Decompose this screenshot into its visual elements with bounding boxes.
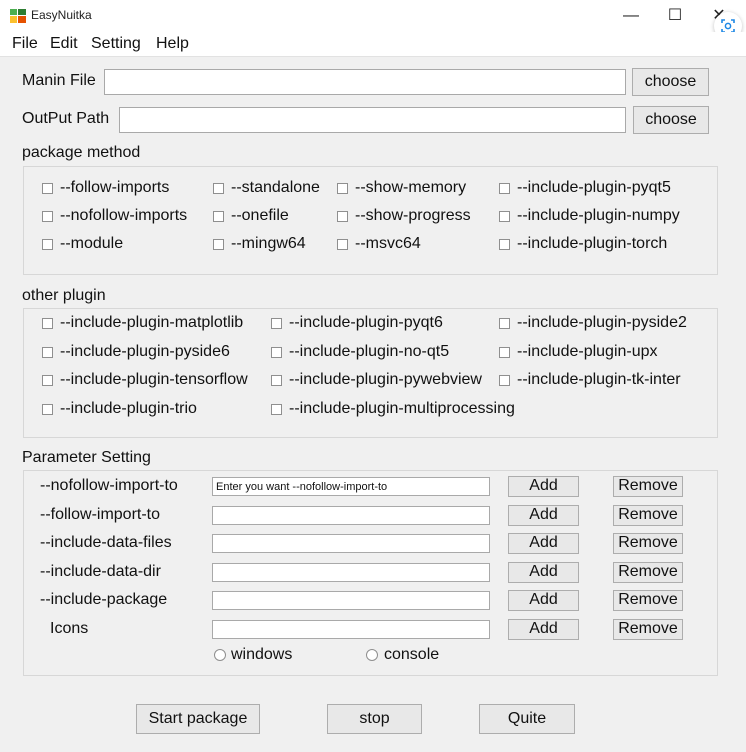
checkbox-onefile[interactable] — [213, 211, 224, 222]
checkbox-label-include-plugin-pywebview: --include-plugin-pywebview — [289, 371, 482, 388]
checkbox-include-plugin-tk-inter[interactable] — [499, 375, 510, 386]
output-path-input[interactable] — [119, 107, 626, 133]
checkbox-label-include-plugin-trio: --include-plugin-trio — [60, 400, 197, 417]
param-label-icons: Icons — [50, 620, 89, 637]
other-plugin-heading: other plugin — [22, 287, 106, 304]
checkbox-include-plugin-numpy[interactable] — [499, 211, 510, 222]
main-file-label: Manin File — [22, 72, 96, 89]
checkbox-msvc64[interactable] — [337, 239, 348, 250]
minimize-button[interactable]: — — [611, 2, 651, 30]
param-label-include-data-files: --include-data-files — [40, 534, 172, 551]
param-remove-button-icons[interactable]: Remove — [613, 619, 683, 640]
stop-button[interactable]: stop — [327, 704, 422, 734]
param-input-include-package[interactable] — [212, 591, 490, 610]
checkbox-label-include-plugin-multiprocessing: --include-plugin-multiprocessing — [289, 400, 515, 417]
maximize-button[interactable]: ☐ — [655, 2, 695, 30]
checkbox-label-mingw64: --mingw64 — [231, 235, 306, 252]
checkbox-include-plugin-multiprocessing[interactable] — [271, 404, 282, 415]
checkbox-include-plugin-trio[interactable] — [42, 404, 53, 415]
param-add-button-icons[interactable]: Add — [508, 619, 579, 640]
console-radio-label: console — [384, 646, 440, 663]
checkbox-label-standalone: --standalone — [231, 179, 320, 196]
checkbox-label-include-plugin-tk-inter: --include-plugin-tk-inter — [517, 371, 681, 388]
param-add-button-include-data-dir[interactable]: Add — [508, 562, 579, 583]
checkbox-label-show-progress: --show-progress — [355, 207, 471, 224]
checkbox-label-include-plugin-upx: --include-plugin-upx — [517, 343, 658, 360]
param-add-button-follow-import-to[interactable]: Add — [508, 505, 579, 526]
param-add-button-nofollow-import-to[interactable]: Add — [508, 476, 579, 497]
console-radio[interactable] — [366, 649, 378, 661]
param-label-follow-import-to: --follow-import-to — [40, 506, 161, 523]
param-input-include-data-dir[interactable] — [212, 563, 490, 582]
checkbox-include-plugin-tensorflow[interactable] — [42, 375, 53, 386]
windows-radio[interactable] — [214, 649, 226, 661]
checkbox-label-include-plugin-pyqt5: --include-plugin-pyqt5 — [517, 179, 671, 196]
checkbox-label-include-plugin-tensorflow: --include-plugin-tensorflow — [60, 371, 248, 388]
param-label-include-data-dir: --include-data-dir — [40, 563, 161, 580]
checkbox-show-progress[interactable] — [337, 211, 348, 222]
menu-file[interactable]: File — [12, 35, 38, 53]
checkbox-label-include-plugin-torch: --include-plugin-torch — [517, 235, 668, 252]
checkbox-show-memory[interactable] — [337, 183, 348, 194]
app-icon — [10, 9, 26, 23]
checkbox-label-include-plugin-pyside2: --include-plugin-pyside2 — [517, 314, 687, 331]
output-path-label: OutPut Path — [22, 110, 110, 127]
checkbox-include-plugin-pyqt5[interactable] — [499, 183, 510, 194]
menu-bar: File Edit Setting Help — [0, 32, 746, 57]
checkbox-include-plugin-matplotlib[interactable] — [42, 318, 53, 329]
checkbox-include-plugin-pyside2[interactable] — [499, 318, 510, 329]
param-add-button-include-package[interactable]: Add — [508, 590, 579, 611]
param-input-icons[interactable] — [212, 620, 490, 639]
checkbox-label-include-plugin-pyqt6: --include-plugin-pyqt6 — [289, 314, 443, 331]
checkbox-label-msvc64: --msvc64 — [355, 235, 421, 252]
param-remove-button-follow-import-to[interactable]: Remove — [613, 505, 683, 526]
checkbox-include-plugin-pyside6[interactable] — [42, 347, 53, 358]
param-add-button-include-data-files[interactable]: Add — [508, 533, 579, 554]
checkbox-include-plugin-pywebview[interactable] — [271, 375, 282, 386]
checkbox-include-plugin-upx[interactable] — [499, 347, 510, 358]
param-label-include-package: --include-package — [40, 591, 168, 608]
quit-button[interactable]: Quite — [479, 704, 575, 734]
checkbox-label-include-plugin-no-qt5: --include-plugin-no-qt5 — [289, 343, 450, 360]
checkbox-label-onefile: --onefile — [231, 207, 289, 224]
checkbox-follow-imports[interactable] — [42, 183, 53, 194]
checkbox-label-include-plugin-pyside6: --include-plugin-pyside6 — [60, 343, 230, 360]
param-remove-button-include-data-files[interactable]: Remove — [613, 533, 683, 554]
checkbox-include-plugin-torch[interactable] — [499, 239, 510, 250]
checkbox-label-include-plugin-matplotlib: --include-plugin-matplotlib — [60, 314, 244, 331]
checkbox-label-include-plugin-numpy: --include-plugin-numpy — [517, 207, 680, 224]
windows-radio-label: windows — [231, 646, 293, 663]
menu-edit[interactable]: Edit — [50, 35, 78, 53]
window-title: EasyNuitka — [31, 8, 92, 22]
param-label-nofollow-import-to: --nofollow-import-to — [40, 477, 178, 494]
param-remove-button-include-data-dir[interactable]: Remove — [613, 562, 683, 583]
parameter-setting-heading: Parameter Setting — [22, 449, 151, 466]
menu-help[interactable]: Help — [156, 35, 189, 53]
package-method-heading: package method — [22, 144, 141, 161]
param-input-include-data-files[interactable] — [212, 534, 490, 553]
checkbox-standalone[interactable] — [213, 183, 224, 194]
param-remove-button-include-package[interactable]: Remove — [613, 590, 683, 611]
param-remove-button-nofollow-import-to[interactable]: Remove — [613, 476, 683, 497]
checkbox-include-plugin-pyqt6[interactable] — [271, 318, 282, 329]
checkbox-mingw64[interactable] — [213, 239, 224, 250]
main-file-choose-button[interactable]: choose — [632, 68, 709, 96]
checkbox-label-show-memory: --show-memory — [355, 179, 467, 196]
checkbox-label-follow-imports: --follow-imports — [60, 179, 170, 196]
param-input-follow-import-to[interactable] — [212, 506, 490, 525]
checkbox-module[interactable] — [42, 239, 53, 250]
checkbox-label-module: --module — [60, 235, 124, 252]
checkbox-include-plugin-no-qt5[interactable] — [271, 347, 282, 358]
output-path-choose-button[interactable]: choose — [633, 106, 709, 134]
main-file-input[interactable] — [104, 69, 626, 95]
param-input-nofollow-import-to[interactable] — [212, 477, 490, 496]
start-package-button[interactable]: Start package — [136, 704, 260, 734]
checkbox-nofollow-imports[interactable] — [42, 211, 53, 222]
title-bar: EasyNuitka — ☐ ✕ — [0, 0, 746, 32]
checkbox-label-nofollow-imports: --nofollow-imports — [60, 207, 188, 224]
menu-setting[interactable]: Setting — [91, 35, 141, 53]
